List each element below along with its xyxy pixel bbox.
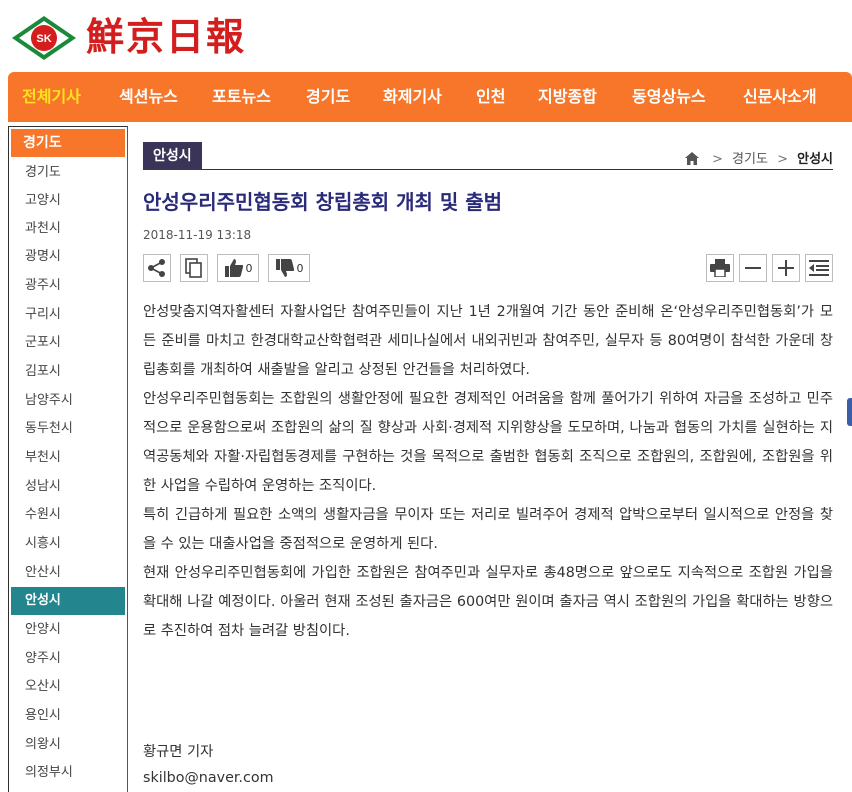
sidebar-item-yangju[interactable]: 양주시 [11, 645, 125, 673]
article-paragraph: 안성맞춤지역자활센터 자활사업단 참여주민들이 지난 1년 2개월여 기간 동안… [143, 304, 833, 378]
nav-item-hot-topics[interactable]: 화제기사 [383, 72, 442, 122]
article-reporter: 황규면 기자 [143, 744, 214, 760]
thumbs-up-icon [224, 259, 243, 277]
home-icon[interactable] [684, 152, 699, 165]
share-icon [148, 259, 165, 277]
list-button[interactable] [805, 254, 833, 282]
sidebar-item-gwangju[interactable]: 광주시 [11, 272, 125, 300]
logo-emblem-icon: SK [12, 16, 76, 60]
dislike-button[interactable]: 0 [268, 254, 310, 282]
sidebar-item-uiwang[interactable]: 의왕시 [11, 731, 125, 759]
sidebar-item-gimpo[interactable]: 김포시 [11, 358, 125, 386]
sidebar-item-dongducheon[interactable]: 동두천시 [11, 415, 125, 443]
font-increase-button[interactable] [772, 254, 800, 282]
sidebar-item-guri[interactable]: 구리시 [11, 301, 125, 329]
list-icon [809, 260, 829, 276]
article-email[interactable]: skilbo@naver.com [143, 770, 274, 786]
sidebar-item-anyang[interactable]: 안양시 [11, 616, 125, 644]
article-title: 안성우리주민협동회 창립총회 개최 및 출범 [143, 190, 503, 214]
article-paragraph: 안성우리주민협동회는 조합원의 생활안정에 필요한 경제적인 어려움을 함께 풀… [143, 391, 833, 494]
nav-item-section-news[interactable]: 섹션뉴스 [119, 72, 178, 122]
breadcrumb-item-gyeonggi[interactable]: 경기도 [732, 152, 768, 167]
main-nav: 전체기사 섹션뉴스 포토뉴스 경기도 화제기사 인천 지방종합 동영상뉴스 신문… [8, 72, 852, 122]
like-button[interactable]: 0 [217, 254, 259, 282]
sidebar-item-bucheon[interactable]: 부천시 [11, 444, 125, 472]
sidebar-item-gunpo[interactable]: 군포시 [11, 329, 125, 357]
nav-item-all-articles[interactable]: 전체기사 [22, 72, 81, 122]
logo-title[interactable]: 鮮京日報 [86, 12, 246, 62]
sidebar: 경기도 경기도 고양시 과천시 광명시 광주시 구리시 군포시 김포시 남양주시… [8, 126, 128, 792]
sidebar-item-gwangmyeong[interactable]: 광명시 [11, 243, 125, 271]
sidebar-item-ansan[interactable]: 안산시 [11, 559, 125, 587]
copy-button[interactable] [180, 254, 208, 282]
dislike-count: 0 [296, 261, 304, 275]
like-count: 0 [245, 261, 253, 275]
section-tag[interactable]: 안성시 [143, 142, 202, 170]
breadcrumb-bar: 안성시 > 경기도 > 안성시 [143, 142, 833, 170]
font-decrease-button[interactable] [739, 254, 767, 282]
print-button[interactable] [706, 254, 734, 282]
site-header: SK 鮮京日報 [0, 0, 852, 70]
sidebar-item-namyangju[interactable]: 남양주시 [11, 387, 125, 415]
nav-item-about[interactable]: 신문사소개 [743, 72, 817, 122]
sidebar-item-gyeonggi[interactable]: 경기도 [11, 159, 125, 187]
sidebar-item-osan[interactable]: 오산시 [11, 673, 125, 701]
breadcrumb: > 경기도 > 안성시 [684, 148, 833, 167]
article-datetime: 2018-11-19 13:18 [143, 228, 252, 242]
font-increase-icon [778, 260, 794, 276]
nav-item-video-news[interactable]: 동영상뉴스 [632, 72, 706, 122]
logo-emblem-text: SK [36, 33, 51, 45]
sidebar-item-seongnam[interactable]: 성남시 [11, 473, 125, 501]
nav-item-regional[interactable]: 지방종합 [538, 72, 597, 122]
breadcrumb-separator: > [711, 152, 723, 167]
print-icon [710, 259, 730, 277]
sidebar-heading[interactable]: 경기도 [11, 129, 125, 157]
nav-item-photo-news[interactable]: 포토뉴스 [212, 72, 271, 122]
sidebar-item-siheung[interactable]: 시흥시 [11, 530, 125, 558]
font-decrease-icon [745, 267, 761, 269]
thumbs-down-icon [275, 259, 294, 277]
sidebar-item-suwon[interactable]: 수원시 [11, 501, 125, 529]
sidebar-item-anseong[interactable]: 안성시 [11, 587, 125, 615]
article-paragraph: 특히 긴급하게 필요한 소액의 생활자금을 무이자 또는 저리로 빌려주어 경제… [143, 507, 833, 552]
article-body: 안성맞춤지역자활센터 자활사업단 참여주민들이 지난 1년 2개월여 기간 동안… [143, 298, 833, 646]
share-button[interactable] [143, 254, 171, 282]
nav-item-incheon[interactable]: 인천 [476, 72, 505, 122]
side-floating-tab[interactable] [847, 398, 852, 426]
breadcrumb-item-anseong[interactable]: 안성시 [797, 152, 833, 167]
article-paragraph: 현재 안성우리주민협동회에 가입한 조합원은 참여주민과 실무자로 총48명으로… [143, 565, 833, 639]
copy-icon [185, 258, 202, 278]
nav-item-gyeonggi[interactable]: 경기도 [306, 72, 350, 122]
breadcrumb-separator: > [777, 152, 788, 167]
sidebar-item-yongin[interactable]: 용인시 [11, 702, 125, 730]
sidebar-item-goyang[interactable]: 고양시 [11, 187, 125, 215]
sidebar-item-uijeongbu[interactable]: 의정부시 [11, 759, 125, 787]
logo-emblem[interactable]: SK [10, 14, 78, 62]
sidebar-item-gwacheon[interactable]: 과천시 [11, 215, 125, 243]
